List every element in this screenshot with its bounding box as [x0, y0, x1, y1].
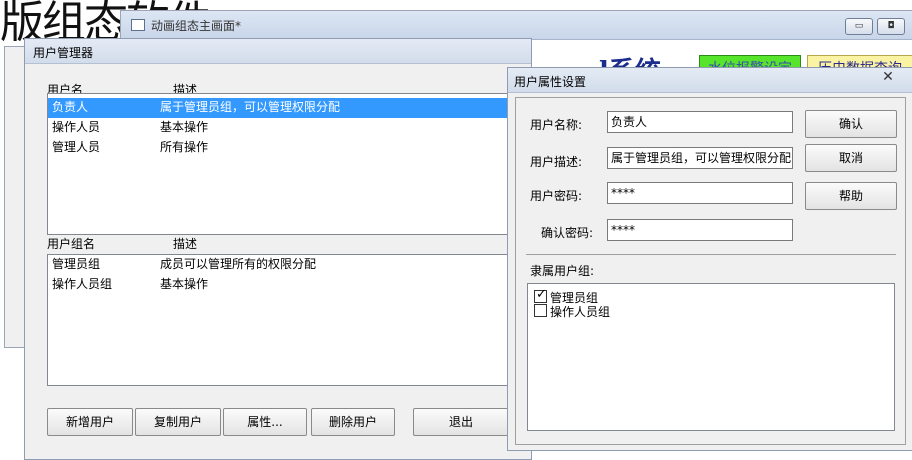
group-checkbox-label: 操作人员组 — [550, 305, 611, 319]
user-desc-label: 用户描述: — [530, 155, 583, 169]
user-manager-titlebar[interactable]: 用户管理器 — [25, 39, 531, 64]
group-row[interactable]: 操作人员组 基本操作 — [48, 275, 532, 295]
group-desc-header: 描述 — [173, 237, 198, 251]
close-icon[interactable]: ✕ — [876, 68, 900, 86]
copy-user-button[interactable]: 复制用户 — [135, 408, 221, 436]
user-desc: 属于管理员组，可以管理权限分配 — [160, 100, 341, 114]
user-desc: 所有操作 — [160, 140, 209, 154]
user-name: 管理人员 — [52, 140, 101, 154]
user-row[interactable]: 操作人员 基本操作 — [48, 118, 532, 138]
group-name: 管理员组 — [52, 257, 101, 271]
user-desc-field[interactable]: 属于管理员组，可以管理权限分配 — [607, 147, 793, 169]
cancel-button[interactable]: 取消 — [805, 144, 897, 172]
restore-icon[interactable]: ◘ — [877, 18, 905, 35]
user-groups-label: 隶属用户组: — [530, 264, 595, 278]
minimize-icon[interactable]: ▭ — [845, 18, 873, 35]
user-properties-dialog: 用户属性设置 ✕ 用户名称: 负责人 用户描述: 属于管理员组，可以管理权限分配… — [507, 67, 912, 451]
user-properties-title: 用户属性设置 — [514, 75, 587, 89]
user-list[interactable]: 负责人 属于管理员组，可以管理权限分配 操作人员 基本操作 管理人员 所有操作 — [47, 93, 533, 235]
checkbox-unchecked[interactable] — [534, 304, 547, 317]
group-name-header: 用户组名 — [47, 237, 96, 251]
user-name: 负责人 — [52, 100, 89, 114]
user-groups-box: ✓ 管理员组 操作人员组 — [527, 283, 895, 431]
main-window-title: 动画组态主画面* — [151, 19, 242, 33]
password-field[interactable]: **** — [607, 182, 793, 204]
properties-button[interactable]: 属性... — [223, 408, 307, 436]
user-name-label: 用户名称: — [530, 118, 583, 132]
password-label: 用户密码: — [530, 189, 583, 203]
confirm-password-label: 确认密码: — [541, 226, 594, 240]
user-row[interactable]: 负责人 属于管理员组，可以管理权限分配 — [48, 98, 532, 118]
user-desc: 基本操作 — [160, 120, 209, 134]
exit-button[interactable]: 退出 — [413, 408, 509, 436]
group-desc: 成员可以管理所有的权限分配 — [160, 257, 317, 271]
confirm-password-field[interactable]: **** — [607, 219, 793, 241]
check-icon: ✓ — [536, 287, 547, 302]
user-row[interactable]: 管理人员 所有操作 — [48, 138, 532, 158]
user-properties-titlebar[interactable]: 用户属性设置 ✕ — [508, 68, 912, 93]
user-manager-window: 用户管理器 用户名 描述 负责人 属于管理员组，可以管理权限分配 操作人员 基本… — [24, 38, 533, 460]
delete-user-button[interactable]: 删除用户 — [311, 408, 395, 436]
group-name: 操作人员组 — [52, 277, 113, 291]
main-window-titlebar[interactable]: 动画组态主画面* ▭ ◘ — [121, 11, 912, 40]
add-user-button[interactable]: 新增用户 — [47, 408, 133, 436]
group-row[interactable]: 管理员组 成员可以管理所有的权限分配 — [48, 255, 532, 275]
group-checkbox-row[interactable]: 操作人员组 — [534, 303, 834, 319]
window-icon — [131, 19, 145, 31]
user-manager-title: 用户管理器 — [33, 46, 94, 60]
confirm-button[interactable]: 确认 — [805, 110, 897, 138]
group-list[interactable]: 管理员组 成员可以管理所有的权限分配 操作人员组 基本操作 — [47, 254, 533, 386]
user-name: 操作人员 — [52, 120, 101, 134]
help-button[interactable]: 帮助 — [805, 182, 897, 210]
user-name-field[interactable]: 负责人 — [607, 111, 793, 133]
checkbox-checked[interactable]: ✓ — [534, 287, 547, 303]
group-desc: 基本操作 — [160, 277, 209, 291]
divider — [526, 254, 896, 255]
